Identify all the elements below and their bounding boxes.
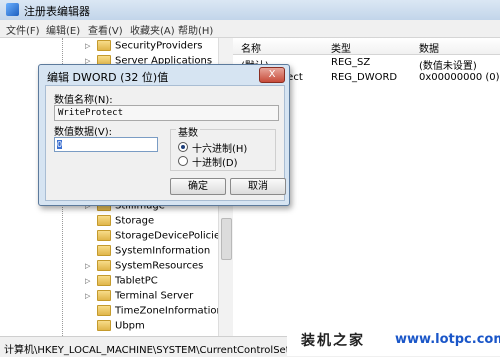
- tree-item-systemresources[interactable]: ▷ SystemResources: [85, 260, 203, 275]
- tree-item-ubpm[interactable]: Ubpm: [85, 320, 145, 335]
- expand-icon[interactable]: [85, 247, 93, 255]
- folder-icon: [97, 290, 111, 301]
- menu-file[interactable]: 文件(F): [6, 22, 40, 37]
- column-data[interactable]: 数据: [419, 40, 439, 55]
- expand-icon[interactable]: [85, 322, 93, 330]
- regedit-icon: [6, 3, 19, 16]
- column-name[interactable]: 名称: [241, 40, 261, 55]
- folder-icon: [97, 275, 111, 286]
- dec-radio[interactable]: [178, 156, 188, 166]
- menu-bar: 文件(F) 编辑(E) 查看(V) 收藏夹(A) 帮助(H): [0, 20, 500, 38]
- folder-icon: [97, 305, 111, 316]
- value-data-input[interactable]: 0: [54, 137, 158, 152]
- hex-radio[interactable]: [178, 142, 188, 152]
- menu-edit[interactable]: 编辑(E): [46, 22, 80, 37]
- cancel-button[interactable]: 取消: [230, 178, 286, 195]
- expand-icon[interactable]: ▷: [85, 262, 93, 270]
- tree-item-tabletpc[interactable]: ▷ TabletPC: [85, 275, 158, 290]
- edit-dword-dialog: 编辑 DWORD (32 位)值 X 数值名称(N): WriteProtect…: [38, 64, 290, 206]
- expand-icon[interactable]: [85, 307, 93, 315]
- dec-radio-label[interactable]: 十进制(D): [192, 154, 238, 169]
- expand-icon[interactable]: ▷: [85, 292, 93, 300]
- tree-item-storagedevicepolicies[interactable]: StorageDevicePolicies: [85, 230, 225, 245]
- tree-item-timezoneinformation[interactable]: TimeZoneInformation: [85, 305, 223, 320]
- expand-icon[interactable]: [85, 217, 93, 225]
- watermark-brand: 装机之家: [301, 333, 365, 349]
- folder-icon: [97, 215, 111, 226]
- tree-scrollbar-thumb[interactable]: [221, 218, 232, 260]
- dialog-title: 编辑 DWORD (32 位)值: [47, 71, 169, 84]
- tree-item-securityproviders[interactable]: ▷ SecurityProviders: [85, 40, 202, 55]
- dialog-body: 数值名称(N): WriteProtect 数值数据(V): 0 基数 十六进制…: [45, 85, 286, 201]
- row-type: REG_DWORD: [331, 72, 398, 83]
- value-name-label: 数值名称(N):: [54, 95, 113, 106]
- tree-item-systeminformation[interactable]: SystemInformation: [85, 245, 210, 260]
- expand-icon[interactable]: ▷: [85, 277, 93, 285]
- menu-favorites[interactable]: 收藏夹(A): [130, 22, 175, 37]
- hex-radio-label[interactable]: 十六进制(H): [192, 140, 247, 155]
- folder-icon: [97, 260, 111, 271]
- status-path: 计算机\HKEY_LOCAL_MACHINE\SYSTEM\CurrentCon…: [4, 345, 330, 356]
- value-data-label: 数值数据(V):: [54, 127, 113, 138]
- base-group-label: 基数: [176, 124, 200, 139]
- tree-item-terminal-server[interactable]: ▷ Terminal Server: [85, 290, 193, 305]
- tree-item-storage[interactable]: Storage: [85, 215, 154, 230]
- watermark-url: www.lotpc.com: [395, 332, 500, 347]
- folder-icon: [97, 40, 111, 51]
- site-watermark: 装机之家 www.lotpc.com: [287, 322, 500, 356]
- value-name-field: WriteProtect: [54, 105, 279, 121]
- expand-icon[interactable]: ▷: [85, 42, 93, 50]
- expand-icon[interactable]: [85, 232, 93, 240]
- menu-view[interactable]: 查看(V): [88, 22, 123, 37]
- value-data-selection: 0: [57, 140, 63, 149]
- folder-icon: [97, 320, 111, 331]
- row-data: (数值未设置): [419, 61, 477, 72]
- list-header: 名称 类型 数据: [233, 38, 500, 55]
- window-title: 注册表编辑器: [24, 5, 90, 18]
- row-type: REG_SZ: [331, 57, 371, 68]
- column-type[interactable]: 类型: [331, 40, 351, 55]
- menu-help[interactable]: 帮助(H): [178, 22, 213, 37]
- title-bar: 注册表编辑器: [0, 0, 500, 21]
- folder-icon: [97, 245, 111, 256]
- close-icon[interactable]: X: [259, 67, 285, 83]
- row-data: 0x00000000 (0): [419, 72, 500, 83]
- ok-button[interactable]: 确定: [170, 178, 226, 195]
- folder-icon: [97, 230, 111, 241]
